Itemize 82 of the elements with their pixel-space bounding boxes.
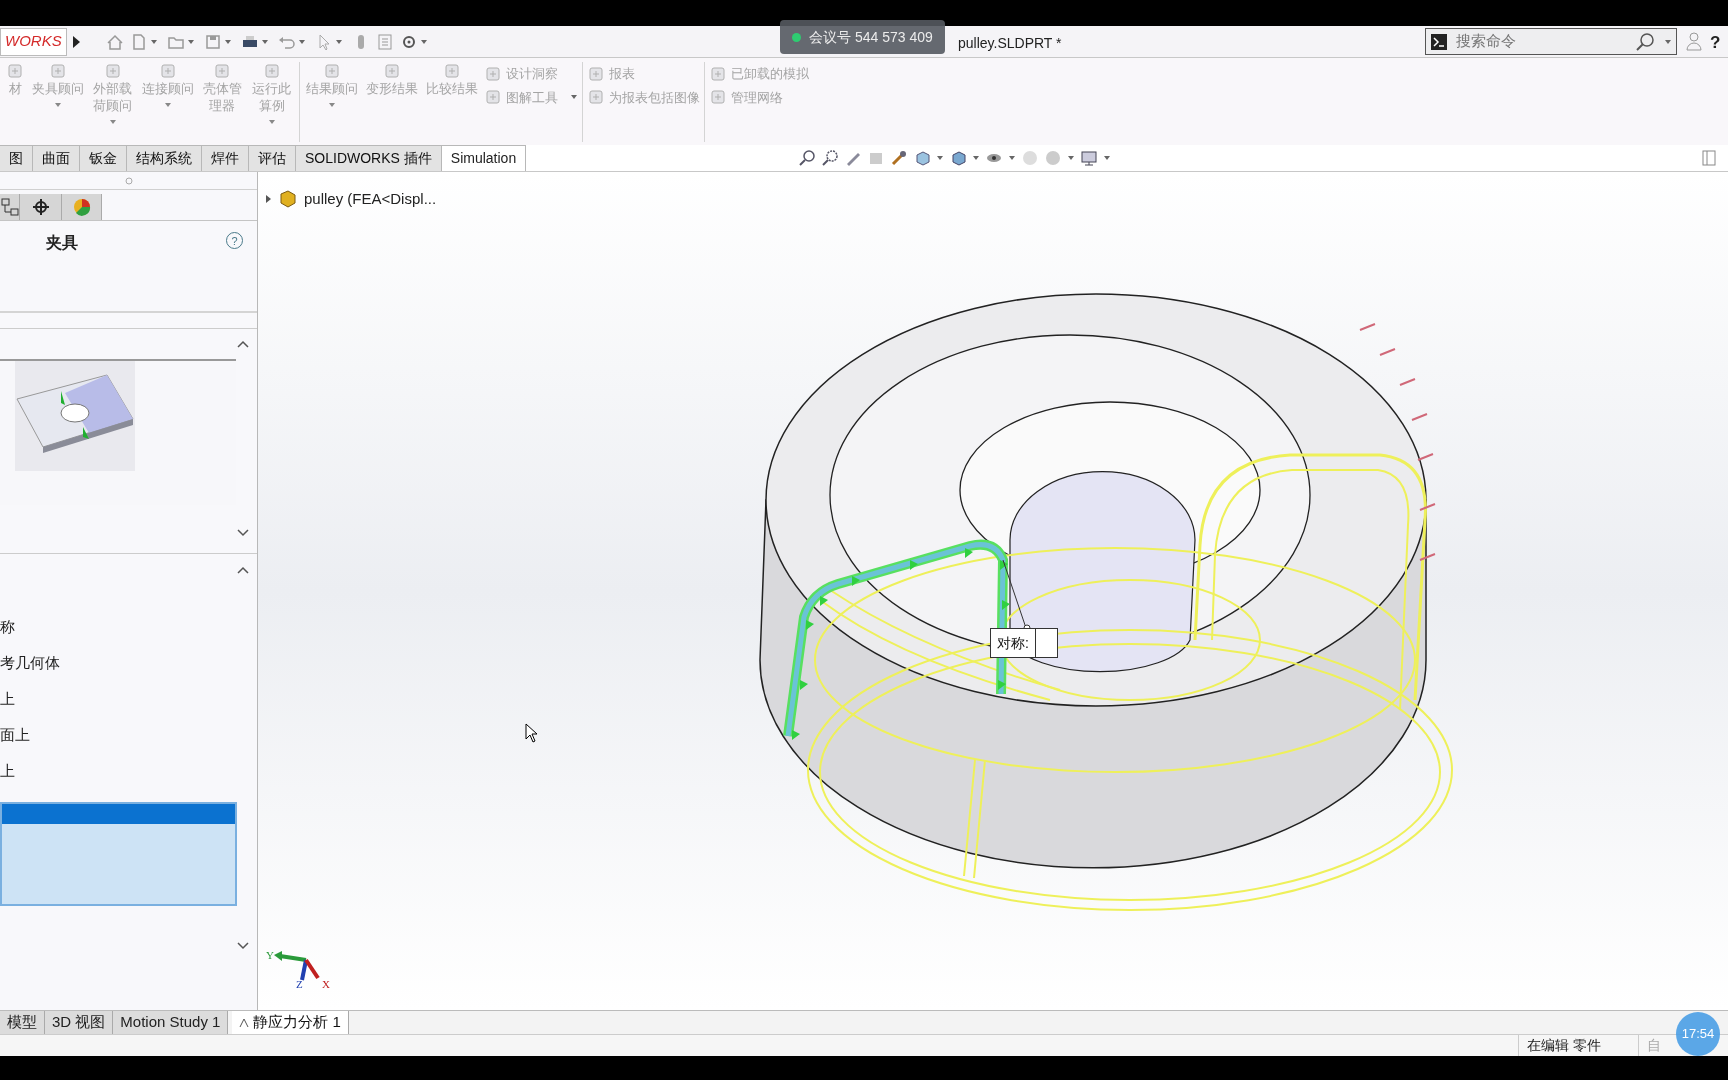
callout-label: 对称:: [996, 634, 1030, 653]
tool-icon: [442, 62, 461, 80]
tool-icon: [586, 64, 605, 83]
app-logo: WORKS: [0, 27, 67, 56]
tool-icon: [708, 88, 727, 107]
tool-icon: [103, 62, 122, 80]
panel-title: 夹具: [46, 233, 78, 253]
caret-icon: [163, 101, 172, 109]
grip-icon[interactable]: [124, 176, 133, 185]
bottom-tab[interactable]: 模型: [0, 1011, 45, 1034]
expand-icon[interactable]: [237, 529, 249, 537]
part-icon: [278, 190, 298, 209]
tool-icon: [158, 62, 177, 80]
cursor-icon: [525, 723, 539, 743]
collapse-icon[interactable]: [237, 566, 249, 574]
caret-icon[interactable]: [223, 37, 232, 46]
window-title: pulley.SLDPRT *: [958, 34, 1062, 53]
ribbon-tab[interactable]: 焊件: [202, 145, 249, 171]
caret-icon[interactable]: [1103, 154, 1112, 162]
magnifier-icon[interactable]: [798, 149, 817, 167]
ribbon-tab[interactable]: 结构系统: [127, 145, 202, 171]
caret-icon: [327, 101, 336, 109]
cube-icon[interactable]: [949, 149, 968, 167]
bottom-tab[interactable]: Motion Study 1: [113, 1011, 229, 1034]
caret-icon[interactable]: [1008, 154, 1017, 162]
user-icon[interactable]: [1686, 31, 1702, 51]
caret-icon: [54, 101, 62, 109]
tool-icon: [322, 62, 341, 80]
magnifier-icon[interactable]: [821, 149, 840, 167]
tool-icon: [708, 64, 727, 83]
ribbon-tab[interactable]: SOLIDWORKS 插件: [296, 145, 442, 171]
search-icon: [1634, 30, 1656, 53]
color-wheel-icon: [72, 198, 91, 216]
expand-arrow-icon[interactable]: [264, 194, 272, 205]
caret-icon[interactable]: [297, 37, 306, 46]
panel-tab[interactable]: [20, 194, 62, 220]
tool-icon: [586, 88, 605, 107]
ribbon-tab[interactable]: 钣金: [80, 145, 127, 171]
tool-icon: [263, 62, 281, 80]
bottom-tab[interactable]: 静应力分析 1: [232, 1011, 349, 1034]
caret-icon[interactable]: [972, 154, 981, 162]
tool-icon: [6, 62, 24, 80]
caret-icon: [268, 118, 276, 126]
monitor-icon[interactable]: [1080, 149, 1099, 167]
caret-icon[interactable]: [1664, 37, 1672, 46]
expand-icon[interactable]: [237, 942, 249, 950]
tree-icon: [0, 198, 19, 216]
tool-icon: [483, 64, 502, 83]
caret-icon[interactable]: [1067, 154, 1076, 162]
axis-triad-drawing: Y Z X: [266, 949, 330, 990]
option-label[interactable]: 上: [0, 760, 60, 782]
ribbon-tab[interactable]: 评估: [249, 145, 296, 171]
tool-icon: [483, 88, 502, 107]
terminal-icon: [1430, 32, 1448, 51]
tool-icon: [382, 62, 401, 80]
selection-list[interactable]: [0, 802, 237, 906]
option-label[interactable]: 考几何体: [0, 652, 60, 674]
caret-icon[interactable]: [334, 37, 343, 46]
ribbon-tab[interactable]: Simulation: [441, 145, 527, 171]
caret-icon[interactable]: [260, 37, 269, 46]
option-label[interactable]: 上: [0, 688, 60, 710]
cube-icon[interactable]: [913, 149, 932, 167]
caret-icon[interactable]: [936, 154, 945, 162]
caret-icon[interactable]: [149, 37, 158, 46]
help-button[interactable]: ?: [1710, 30, 1721, 56]
option-label[interactable]: 称: [0, 616, 60, 638]
wrench-icon[interactable]: [890, 149, 909, 167]
crosshair-icon: [31, 198, 50, 216]
bottom-tab[interactable]: 3D 视图: [45, 1011, 114, 1034]
option-label[interactable]: 面上: [0, 724, 60, 746]
tool-icon: [49, 62, 67, 80]
collapse-icon[interactable]: [237, 340, 249, 348]
search-field[interactable]: 搜索命令: [1456, 30, 1626, 53]
ribbon-tab[interactable]: 曲面: [33, 145, 80, 171]
caret-icon[interactable]: [419, 37, 428, 46]
caret-icon[interactable]: [186, 37, 195, 46]
search-bar[interactable]: 搜索命令: [1425, 28, 1677, 55]
caret-icon: [108, 118, 117, 126]
tool-icon: [213, 62, 232, 80]
tree-item[interactable]: pulley (FEA<Displ...: [304, 188, 437, 211]
meeting-id: 会议号 544 573 409: [809, 27, 933, 47]
ribbon-tab[interactable]: 图: [0, 145, 33, 171]
